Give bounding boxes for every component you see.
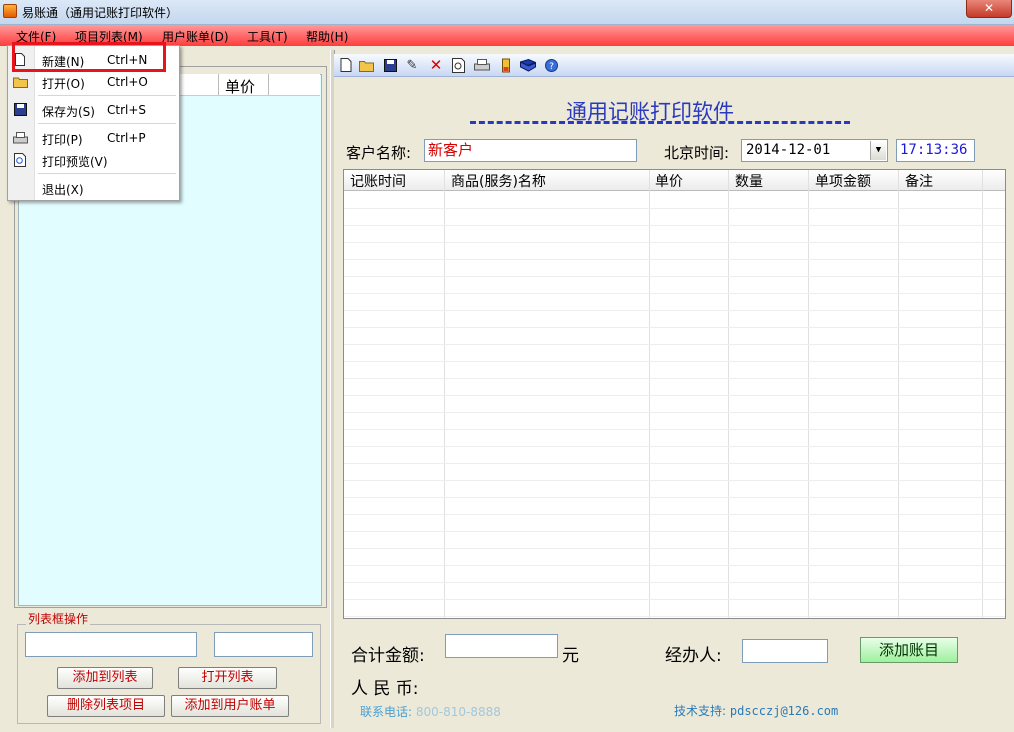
date-value: 2014-12-01 <box>746 142 831 158</box>
tech-support: 技术支持: pdscczj@126.com <box>674 702 838 719</box>
rmb-label: 人 民 币: <box>351 679 419 699</box>
highlight-box <box>12 42 166 72</box>
battery-icon[interactable] <box>498 57 514 73</box>
menu-item-open[interactable]: 打开(O) Ctrl+O <box>8 71 179 93</box>
handler-label: 经办人: <box>665 646 722 666</box>
item-price-input[interactable] <box>214 632 313 657</box>
menu-item-save-as[interactable]: 保存为(S) Ctrl+S <box>8 99 179 121</box>
menu-tools[interactable]: 工具(T) <box>247 28 288 45</box>
preview-icon[interactable] <box>451 57 467 73</box>
ledger-grid[interactable]: 记账时间 商品(服务)名称 单价 数量 单项金额 备注 <box>343 169 1006 619</box>
app-icon <box>3 4 17 18</box>
total-amount-input[interactable] <box>445 634 558 658</box>
column-header-quantity[interactable]: 数量 <box>735 171 763 191</box>
window-title: 易账通（通用记账打印软件） <box>22 6 179 20</box>
support-label: 技术支持: <box>674 704 727 718</box>
yuan-unit-label: 元 <box>562 646 579 666</box>
menu-help[interactable]: 帮助(H) <box>306 28 348 45</box>
menu-item-print[interactable]: 打印(P) Ctrl+P <box>8 127 179 149</box>
svg-text:?: ? <box>549 62 554 72</box>
chevron-down-icon[interactable]: ▼ <box>870 141 886 160</box>
beijing-time-label: 北京时间: <box>664 144 730 162</box>
phone-number: 800-810-8888 <box>415 705 501 719</box>
column-header-name[interactable]: 商品(服务)名称 <box>451 171 546 191</box>
new-icon[interactable] <box>338 57 354 73</box>
toolbar: ✎ ✕ ? <box>334 54 1014 77</box>
open-icon[interactable] <box>359 57 375 73</box>
add-to-list-button[interactable]: 添加到列表 <box>57 667 153 689</box>
book-icon[interactable] <box>520 57 536 73</box>
total-amount-label: 合计金额: <box>351 646 425 666</box>
add-entry-button[interactable]: 添加账目 <box>860 637 958 663</box>
customer-name-input[interactable]: 新客户 <box>424 139 637 162</box>
column-header-price[interactable]: 单价 <box>225 76 255 97</box>
menu-user-bill[interactable]: 用户账单(D) <box>162 28 229 45</box>
column-header-note[interactable]: 备注 <box>905 171 933 191</box>
stamp-icon[interactable]: ✎ <box>404 57 420 73</box>
menu-item-exit[interactable]: 退出(X) <box>8 177 179 199</box>
phone-label: 联系电话: <box>360 705 413 719</box>
help-icon[interactable]: ? <box>543 57 559 73</box>
menu-item-print-preview[interactable]: 打印预览(V) <box>8 149 179 171</box>
open-folder-icon <box>13 74 28 89</box>
handler-input[interactable] <box>742 639 828 663</box>
item-name-input[interactable] <box>25 632 197 657</box>
customer-name-label: 客户名称: <box>346 144 412 162</box>
column-header-time[interactable]: 记账时间 <box>350 171 406 191</box>
delete-list-item-button[interactable]: 删除列表项目 <box>47 695 165 717</box>
date-picker[interactable]: 2014-12-01 ▼ <box>741 139 888 162</box>
column-header-unit-price[interactable]: 单价 <box>655 171 683 191</box>
save-icon[interactable] <box>382 57 398 73</box>
list-ops-title: 列表框操作 <box>26 610 91 627</box>
save-icon <box>13 102 28 117</box>
print-icon[interactable] <box>474 57 490 73</box>
delete-icon[interactable]: ✕ <box>428 56 444 74</box>
title-bar: 易账通（通用记账打印软件） ✕ <box>0 0 1014 25</box>
contact-phone: 联系电话: 800-810-8888 <box>360 703 501 720</box>
time-display: 17:13:36 <box>896 139 975 162</box>
document-title-underline <box>470 121 850 124</box>
add-to-user-bill-button[interactable]: 添加到用户账单 <box>171 695 289 717</box>
open-list-button[interactable]: 打开列表 <box>178 667 277 689</box>
print-icon <box>13 130 28 145</box>
support-email[interactable]: pdscczj@126.com <box>730 704 838 718</box>
column-header-amount[interactable]: 单项金额 <box>815 171 871 191</box>
print-preview-icon <box>13 152 28 167</box>
close-button[interactable]: ✕ <box>966 0 1012 18</box>
